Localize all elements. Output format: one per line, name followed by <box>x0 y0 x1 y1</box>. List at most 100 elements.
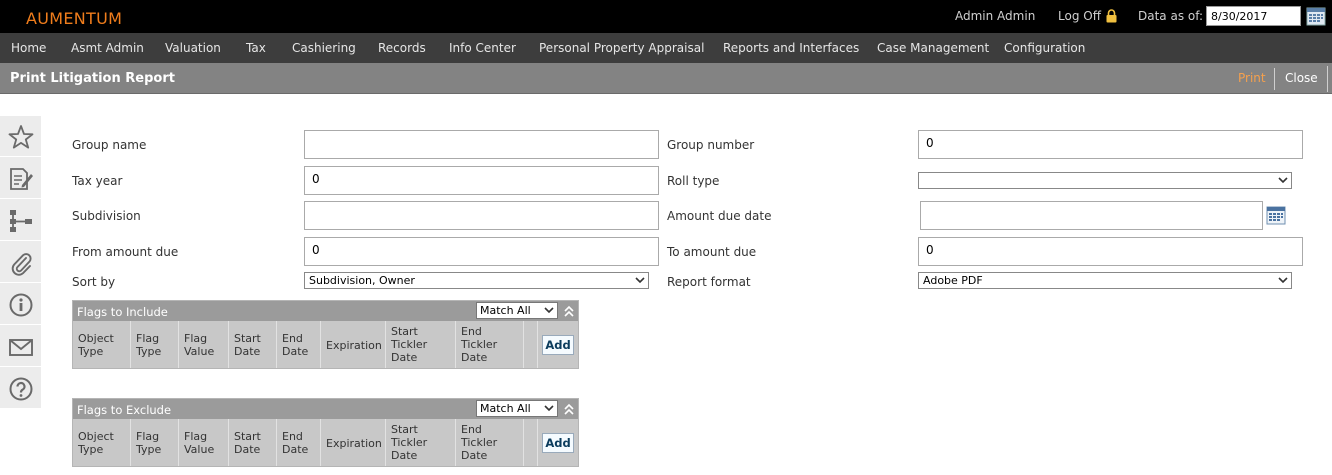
amount-due-date-label: Amount due date <box>667 209 772 223</box>
column-header: Flag Type <box>131 321 179 368</box>
nav-records[interactable]: Records <box>378 41 426 55</box>
hierarchy-button[interactable] <box>0 200 41 241</box>
flags-exclude-add-button[interactable]: Add <box>542 433 574 453</box>
column-label: Start Tickler Date <box>391 423 428 462</box>
column-header: End Tickler Date <box>456 321 524 368</box>
nav-asmt-admin[interactable]: Asmt Admin <box>71 41 144 55</box>
calendar-icon[interactable] <box>1306 6 1326 26</box>
data-as-of-input[interactable]: 8/30/2017 <box>1206 6 1301 26</box>
tax-year-label: Tax year <box>72 174 123 188</box>
nav-personal-property-appraisal[interactable]: Personal Property Appraisal <box>539 41 704 55</box>
column-label: End Tickler Date <box>461 325 498 364</box>
to-amount-due-input[interactable]: 0 <box>918 237 1303 266</box>
group-number-input[interactable]: 0 <box>918 130 1303 159</box>
data-as-of-label: Data as of: <box>1138 9 1204 23</box>
column-header: Object Type <box>73 321 131 368</box>
flags-exclude-header: Flags to Exclude Match All <box>73 399 578 419</box>
notes-button[interactable] <box>0 158 41 199</box>
column-header: Flag Type <box>131 419 179 466</box>
user-name: Admin Admin <box>955 9 1036 23</box>
side-toolbar <box>0 116 41 409</box>
paperclip-icon <box>11 253 32 276</box>
top-bar: AUMENTUM Admin Admin Log Off Data as of:… <box>0 0 1332 33</box>
sort-by-select[interactable]: Subdivision, Owner <box>304 272 649 289</box>
favorites-button[interactable] <box>0 116 41 157</box>
star-icon <box>8 125 34 149</box>
column-label: Flag Type <box>136 430 162 456</box>
calendar-icon[interactable] <box>1266 205 1286 225</box>
nav-home[interactable]: Home <box>11 41 46 55</box>
roll-type-select[interactable] <box>918 172 1292 189</box>
group-name-input[interactable] <box>304 130 659 159</box>
chevron-down-icon <box>544 405 554 412</box>
page-title-bar: Print Litigation Report Print Close <box>0 63 1332 94</box>
flags-exclude-panel: Flags to Exclude Match All Object Type F… <box>72 398 579 467</box>
lock-icon[interactable] <box>1106 9 1117 23</box>
column-header: Start Date <box>229 419 277 466</box>
sort-by-label: Sort by <box>72 275 116 289</box>
brand-logo[interactable]: AUMENTUM <box>26 9 122 28</box>
toolbar-divider <box>1274 68 1275 90</box>
report-format-select[interactable]: Adobe PDF <box>918 272 1292 289</box>
column-header: Flag Value <box>179 321 229 368</box>
match-value: Match All <box>480 402 531 415</box>
column-label: End Date <box>282 332 309 358</box>
roll-type-label: Roll type <box>667 174 720 188</box>
report-format-value: Adobe PDF <box>923 274 983 287</box>
column-label: Flag Value <box>184 332 215 358</box>
log-off-link[interactable]: Log Off <box>1058 9 1101 23</box>
group-number-label: Group number <box>667 138 755 152</box>
column-label: Flag Type <box>136 332 162 358</box>
match-value: Match All <box>480 304 531 317</box>
nav-cashiering[interactable]: Cashiering <box>292 41 356 55</box>
column-header <box>524 321 538 368</box>
chevron-down-icon <box>635 277 645 284</box>
column-header: Start Date <box>229 321 277 368</box>
column-header: Flag Value <box>179 419 229 466</box>
column-label: Expiration <box>326 339 382 352</box>
page-title: Print Litigation Report <box>10 71 175 86</box>
column-header: Start Tickler Date <box>386 419 456 466</box>
column-header: Start Tickler Date <box>386 321 456 368</box>
help-button[interactable] <box>0 368 41 409</box>
flags-include-add-button[interactable]: Add <box>542 335 574 355</box>
flags-include-title: Flags to Include <box>77 305 168 319</box>
from-amount-due-label: From amount due <box>72 245 179 259</box>
column-header: Expiration <box>321 419 386 466</box>
hierarchy-icon <box>10 210 32 232</box>
column-label: Flag Value <box>184 430 215 456</box>
chevron-down-icon <box>1278 277 1288 284</box>
nav-case-management[interactable]: Case Management <box>877 41 989 55</box>
mail-button[interactable] <box>0 326 41 367</box>
flags-include-panel: Flags to Include Match All Object Type F… <box>72 300 579 369</box>
flags-exclude-title: Flags to Exclude <box>77 403 172 417</box>
collapse-icon[interactable] <box>563 304 575 318</box>
column-label: Start Date <box>234 332 261 358</box>
info-icon <box>9 293 33 317</box>
flags-exclude-match-select[interactable]: Match All <box>476 400 558 417</box>
attachments-button[interactable] <box>0 242 41 283</box>
subdivision-input[interactable] <box>304 201 659 230</box>
info-button[interactable] <box>0 284 41 325</box>
close-button[interactable]: Close <box>1285 71 1318 85</box>
amount-due-date-input[interactable] <box>920 201 1263 230</box>
column-label: End Tickler Date <box>461 423 498 462</box>
nav-configuration[interactable]: Configuration <box>1004 41 1085 55</box>
column-header <box>524 419 538 466</box>
sort-by-value: Subdivision, Owner <box>309 274 415 287</box>
edit-document-icon <box>10 168 33 190</box>
column-header: End Date <box>277 321 321 368</box>
from-amount-due-input[interactable]: 0 <box>304 237 659 266</box>
collapse-icon[interactable] <box>563 402 575 416</box>
nav-valuation[interactable]: Valuation <box>165 41 221 55</box>
nav-info-center[interactable]: Info Center <box>449 41 516 55</box>
column-label: Object Type <box>78 430 114 456</box>
column-header: Object Type <box>73 419 131 466</box>
flags-include-match-select[interactable]: Match All <box>476 302 558 319</box>
nav-reports-and-interfaces[interactable]: Reports and Interfaces <box>723 41 859 55</box>
help-icon <box>9 377 33 401</box>
tax-year-input[interactable]: 0 <box>304 166 659 195</box>
report-format-label: Report format <box>667 275 751 289</box>
nav-tax[interactable]: Tax <box>246 41 266 55</box>
print-button[interactable]: Print <box>1238 71 1266 85</box>
